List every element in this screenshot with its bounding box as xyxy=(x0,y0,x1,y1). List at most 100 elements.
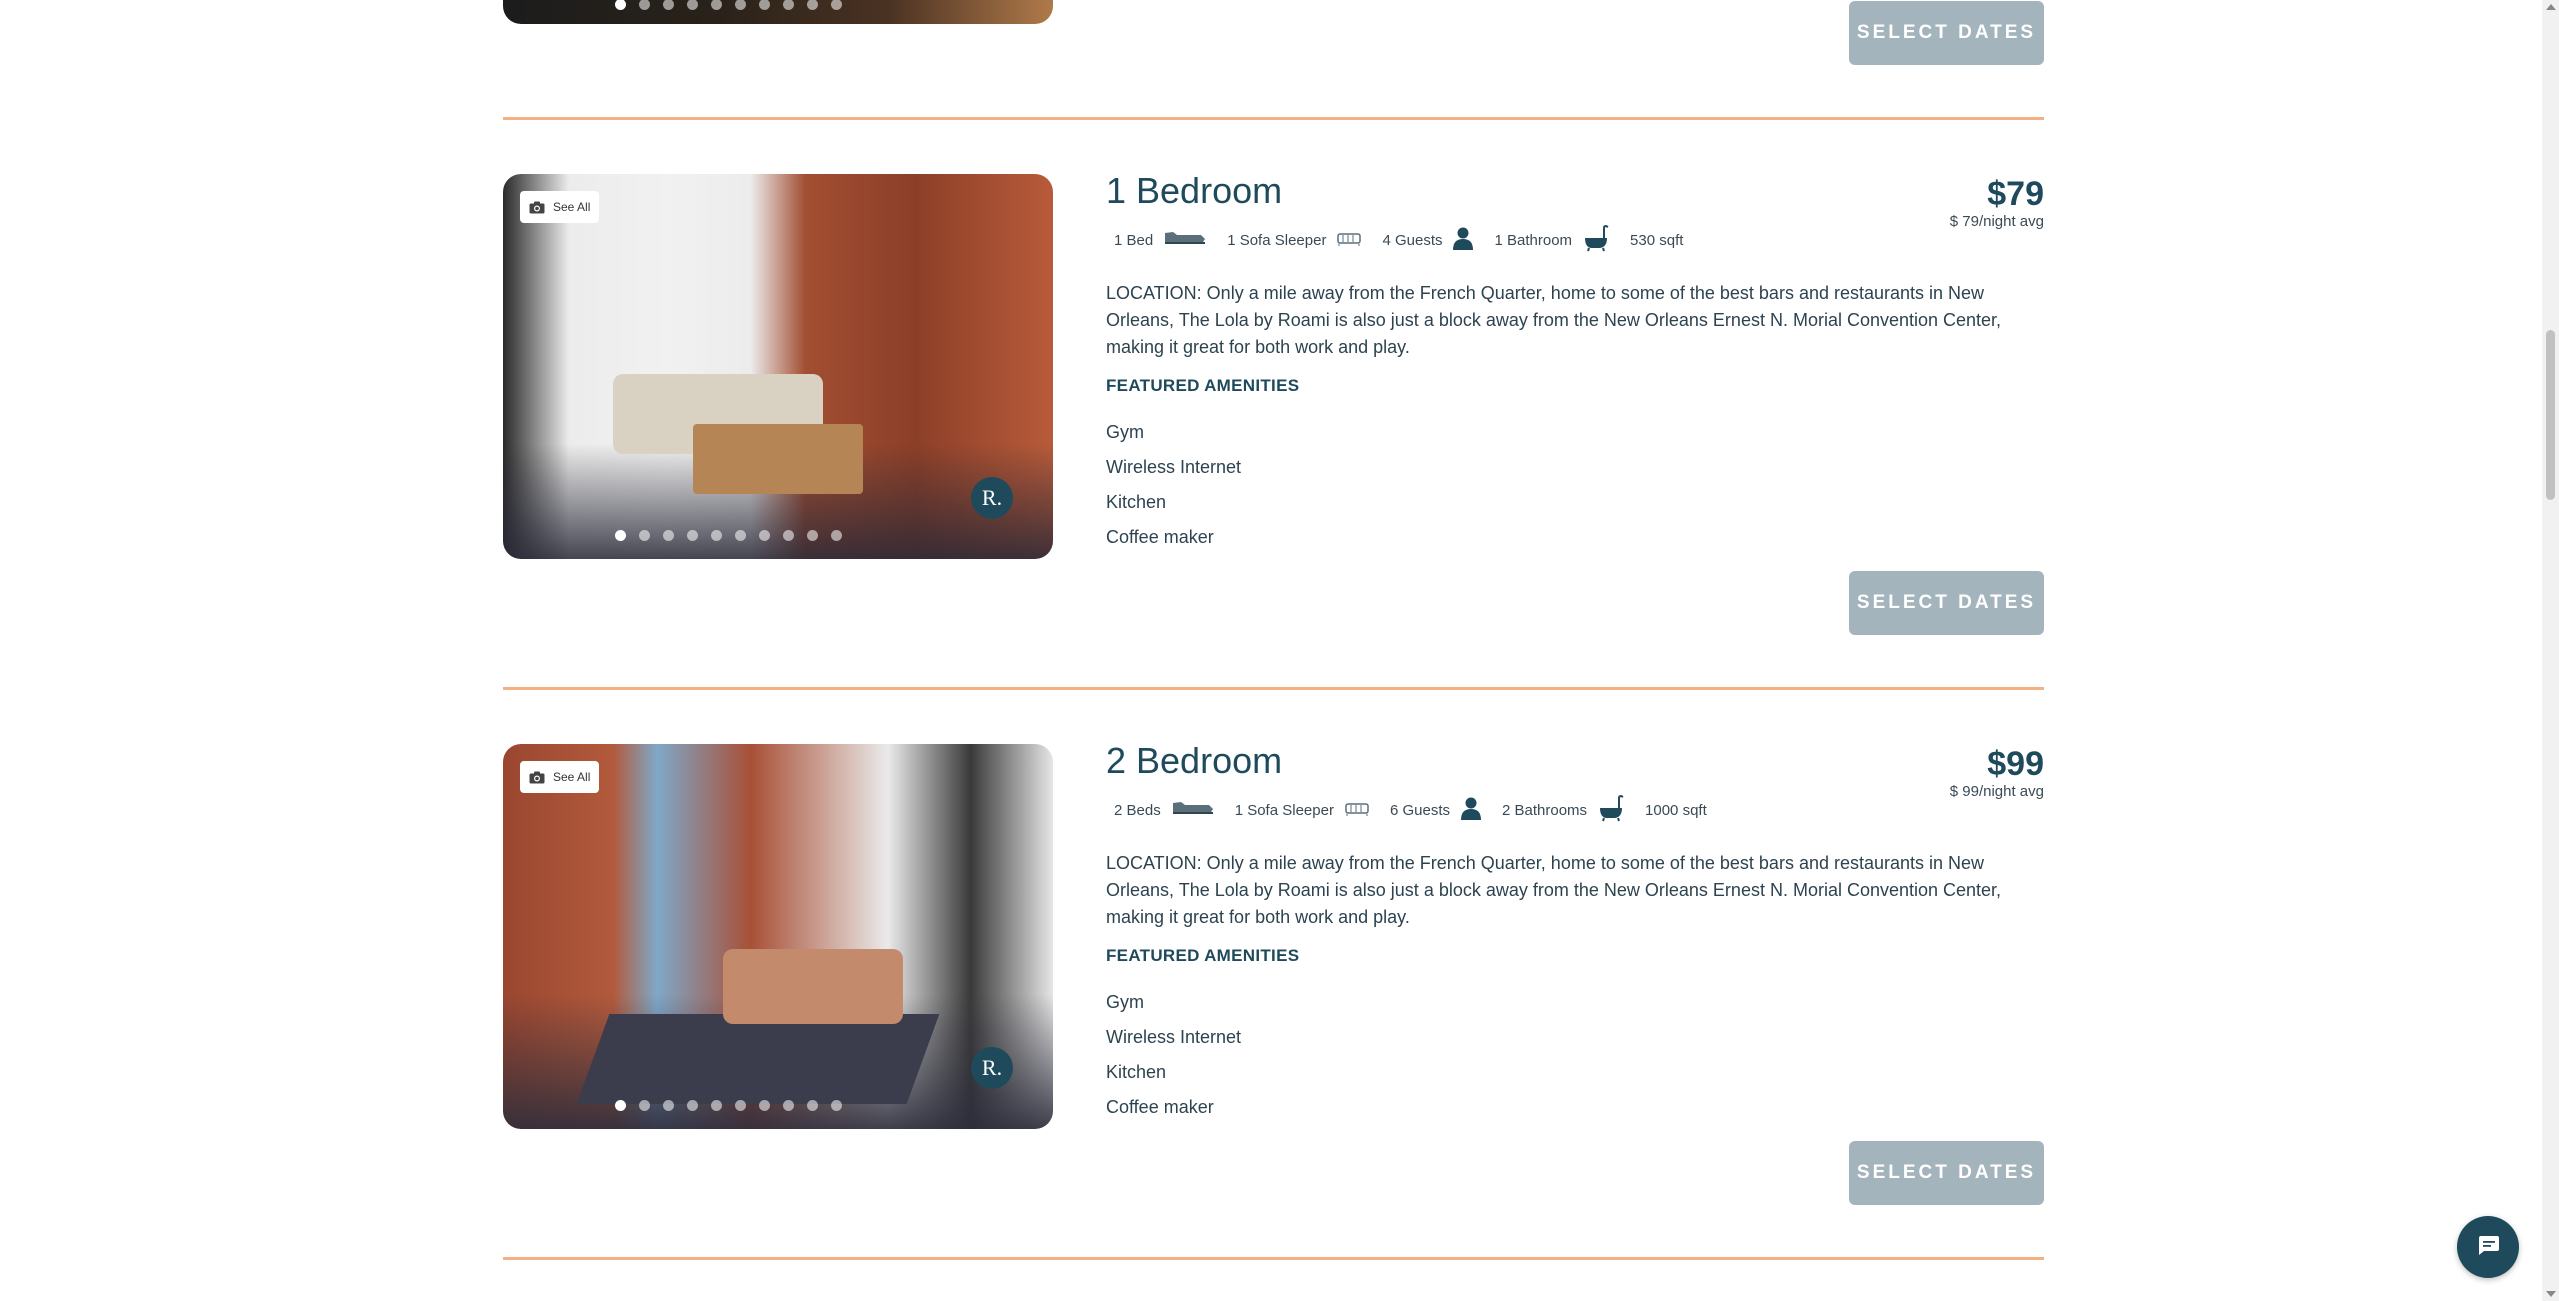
listing-divider xyxy=(503,117,2044,120)
room-photo-detail xyxy=(693,424,863,494)
guests-count: 6 Guests xyxy=(1389,801,1450,819)
amenity-item: Kitchen xyxy=(1106,1062,1167,1082)
bathrooms-count: 1 Bathroom xyxy=(1494,231,1573,249)
carousel-dot[interactable] xyxy=(614,530,626,541)
amenity-item: Gym xyxy=(1106,992,1144,1012)
nightly-price: $79 xyxy=(1987,175,2044,213)
select-dates-button[interactable]: SELECT DATES xyxy=(1849,1141,2044,1205)
sofa-icon xyxy=(1336,229,1362,251)
amenity-item: Wireless Internet xyxy=(1106,457,1242,477)
price-average-note: $ 79/night avg xyxy=(1949,213,2044,231)
carousel-dots xyxy=(503,1100,1053,1111)
see-all-label: See All xyxy=(553,200,591,214)
carousel-dot[interactable] xyxy=(686,530,698,541)
camera-icon xyxy=(529,201,545,214)
listing-title: 2 Bedroom xyxy=(1106,740,1283,781)
carousel-dots xyxy=(503,0,1053,10)
sofa-sleeper-count: 1 Sofa Sleeper xyxy=(1234,801,1334,819)
listing-title: 1 Bedroom xyxy=(1106,170,1283,211)
roami-logo: R. xyxy=(971,1047,1013,1089)
listing-specs: 1 Bed 1 Sofa Sleeper 4 Guests 1 Bathroom… xyxy=(1114,224,1693,256)
select-dates-button[interactable]: SELECT DATES xyxy=(1849,1,2044,65)
carousel-dot[interactable] xyxy=(830,1100,842,1111)
beds-count: 1 Bed xyxy=(1114,231,1154,249)
carousel-dot[interactable] xyxy=(806,530,818,541)
roami-logo: R. xyxy=(971,477,1013,519)
bed-icon xyxy=(1171,800,1215,820)
camera-icon xyxy=(529,771,545,784)
carousel-dot[interactable] xyxy=(638,1100,650,1111)
listing-divider xyxy=(503,687,2044,690)
see-all-photos-button[interactable]: See All xyxy=(520,191,600,223)
chat-icon xyxy=(2476,1234,2500,1261)
select-dates-button[interactable]: SELECT DATES xyxy=(1849,571,2044,635)
listing-specs: 2 Beds 1 Sofa Sleeper 6 Guests 2 Bathroo… xyxy=(1114,794,1717,826)
featured-amenities-heading: FEATURED AMENITIES xyxy=(1106,946,1300,965)
listing-divider xyxy=(503,1257,2044,1260)
scroll-up-arrow[interactable] xyxy=(2546,4,2556,10)
carousel-dot[interactable] xyxy=(782,530,794,541)
nightly-price: $99 xyxy=(1987,745,2044,783)
listing-description: LOCATION: Only a mile away from the Fren… xyxy=(1106,853,2002,927)
carousel-dot[interactable] xyxy=(662,0,674,10)
carousel-dot[interactable] xyxy=(830,530,842,541)
listing-card: See All R. 2 Bedroom 2 Beds 1 Sofa Sleep… xyxy=(503,740,2044,1224)
carousel-dot[interactable] xyxy=(782,0,794,10)
amenity-item: Gym xyxy=(1106,422,1144,442)
carousel-dot[interactable] xyxy=(638,530,650,541)
carousel-dot[interactable] xyxy=(758,0,770,10)
listing-card: See All R. 1 Bedroom 1 Bed 1 Sofa Sleepe… xyxy=(503,170,2044,654)
amenity-item: Kitchen xyxy=(1106,492,1167,512)
carousel-dot[interactable] xyxy=(638,0,650,10)
carousel-dot[interactable] xyxy=(830,0,842,10)
room-photo xyxy=(723,949,903,1024)
bathtub-icon xyxy=(1582,224,1610,256)
sofa-icon xyxy=(1344,799,1370,821)
carousel-dot[interactable] xyxy=(806,0,818,10)
listing-photo-carousel[interactable] xyxy=(503,0,1053,24)
carousel-dot[interactable] xyxy=(806,1100,818,1111)
amenity-item: Wireless Internet xyxy=(1106,1027,1242,1047)
listing-photo-carousel[interactable]: See All R. xyxy=(503,174,1053,559)
bathtub-icon xyxy=(1597,794,1625,826)
featured-amenities-heading: FEATURED AMENITIES xyxy=(1106,376,1300,395)
carousel-dot[interactable] xyxy=(782,1100,794,1111)
scrollbar-thumb[interactable] xyxy=(2546,330,2555,500)
see-all-photos-button[interactable]: See All xyxy=(520,761,600,793)
listing-description: LOCATION: Only a mile away from the Fren… xyxy=(1106,283,2002,357)
room-photo-detail xyxy=(576,1014,940,1104)
size-sqft: 1000 sqft xyxy=(1645,801,1707,819)
scroll-down-arrow[interactable] xyxy=(2546,1291,2556,1297)
chat-button[interactable] xyxy=(2457,1216,2519,1278)
amenity-item: Coffee maker xyxy=(1106,1097,1214,1117)
bed-icon xyxy=(1163,230,1207,250)
see-all-label: See All xyxy=(553,770,591,784)
carousel-dot[interactable] xyxy=(734,1100,746,1111)
carousel-dot[interactable] xyxy=(686,1100,698,1111)
carousel-dot[interactable] xyxy=(710,0,722,10)
sofa-sleeper-count: 1 Sofa Sleeper xyxy=(1227,231,1327,249)
carousel-dot[interactable] xyxy=(710,530,722,541)
carousel-dot[interactable] xyxy=(614,0,626,10)
carousel-dot[interactable] xyxy=(686,0,698,10)
carousel-dot[interactable] xyxy=(710,1100,722,1111)
beds-count: 2 Beds xyxy=(1114,801,1161,819)
carousel-dot[interactable] xyxy=(614,1100,626,1111)
amenity-item: Coffee maker xyxy=(1106,527,1214,547)
page-scrollbar[interactable] xyxy=(2542,0,2559,1301)
carousel-dot[interactable] xyxy=(734,0,746,10)
amenities-list: Gym Wireless Internet Kitchen Coffee mak… xyxy=(1106,990,1241,1130)
carousel-dot[interactable] xyxy=(758,530,770,541)
carousel-dot[interactable] xyxy=(758,1100,770,1111)
carousel-dot[interactable] xyxy=(734,530,746,541)
person-icon xyxy=(1460,796,1482,824)
price-average-note: $ 99/night avg xyxy=(1949,783,2044,801)
carousel-dot[interactable] xyxy=(662,530,674,541)
person-icon xyxy=(1452,226,1474,254)
carousel-dot[interactable] xyxy=(662,1100,674,1111)
carousel-dots xyxy=(503,530,1053,541)
listing-photo-carousel[interactable]: See All R. xyxy=(503,744,1053,1129)
price-block: $79 $ 79/night avg xyxy=(1949,175,2044,231)
amenities-list: Gym Wireless Internet Kitchen Coffee mak… xyxy=(1106,420,1241,560)
guests-count: 4 Guests xyxy=(1382,231,1443,249)
